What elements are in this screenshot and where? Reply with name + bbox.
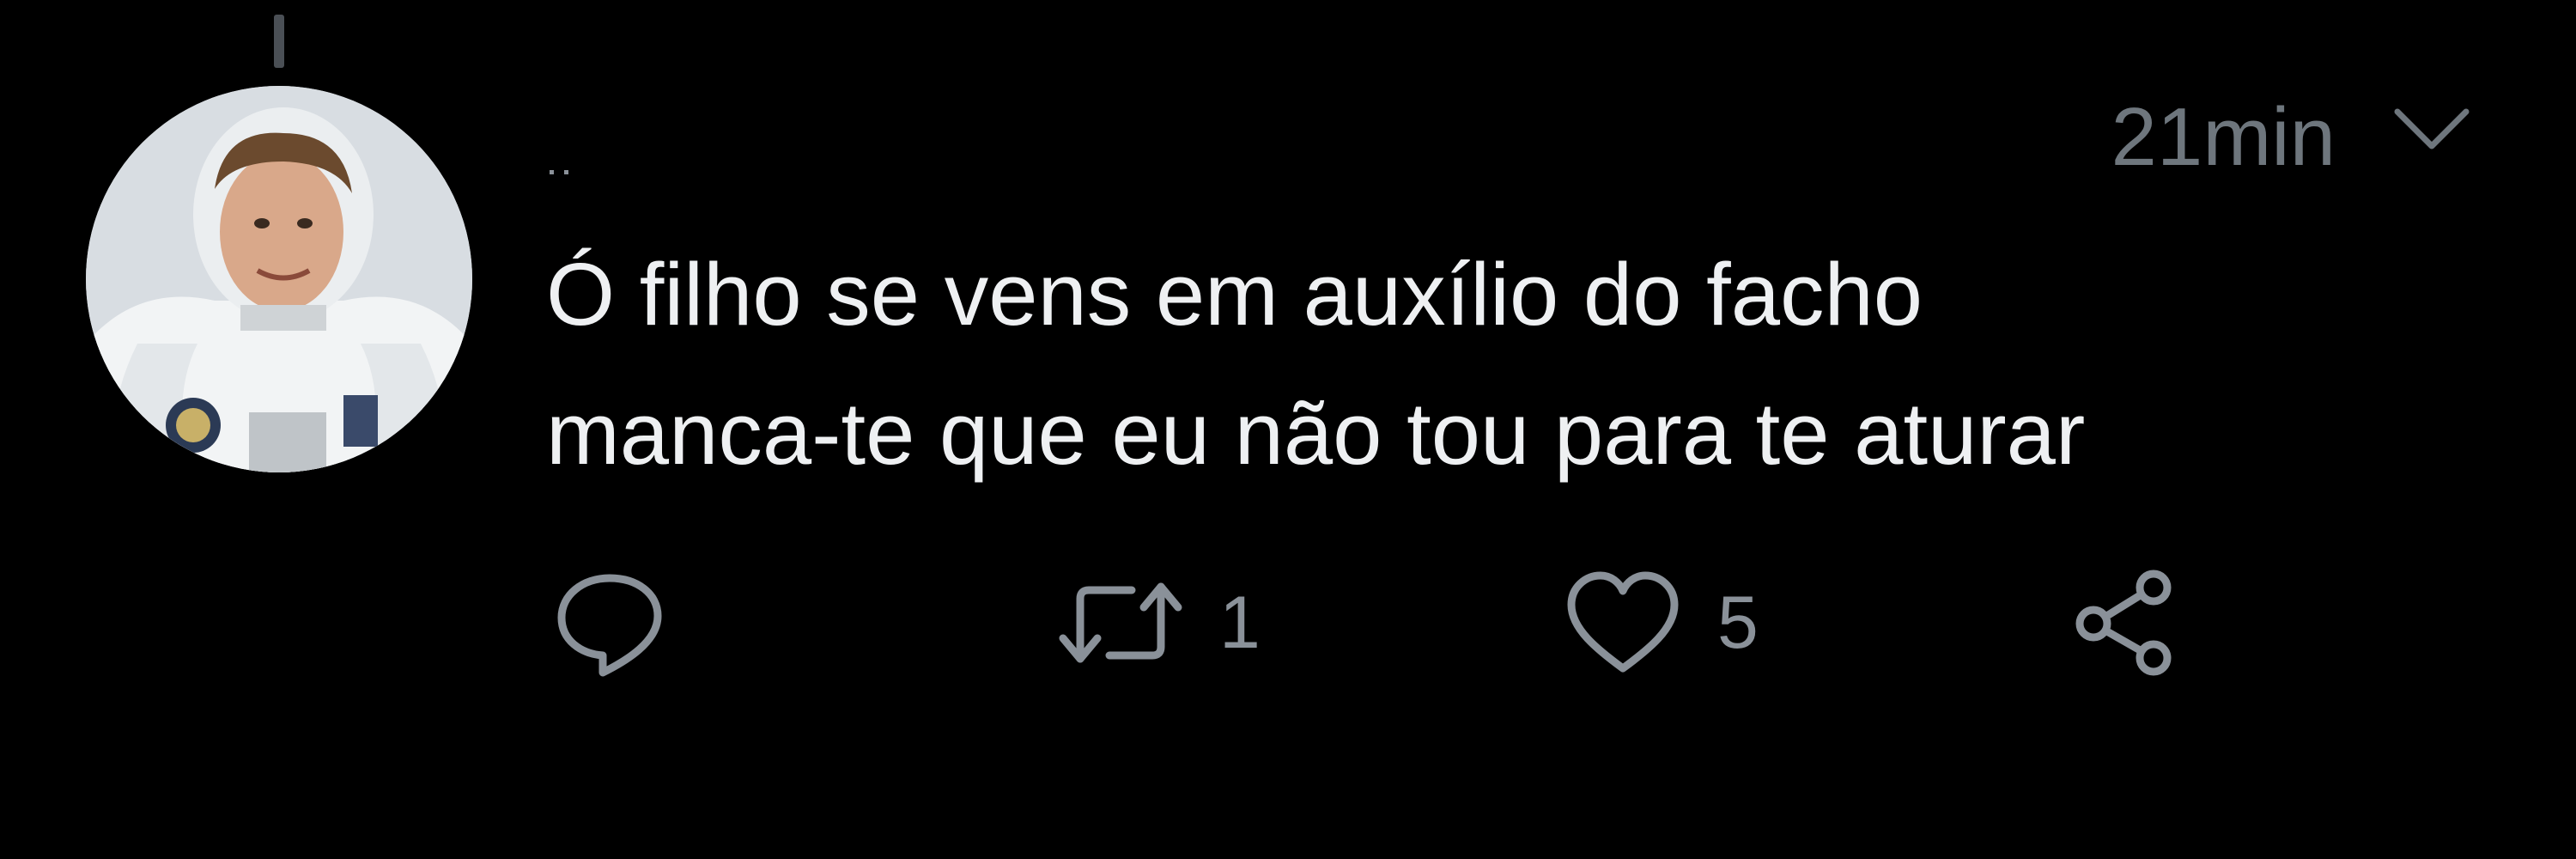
chevron-down-icon (2394, 108, 2470, 149)
reply-button[interactable] (550, 558, 704, 687)
retweet-icon (1059, 582, 1182, 663)
like-count: 5 (1717, 582, 1759, 664)
author-name-remnant (550, 163, 579, 174)
retweet-button[interactable]: 1 (1056, 558, 1261, 687)
tweet-text-line: manca-te que eu não tou para te aturar (546, 384, 2086, 483)
share-icon (2075, 570, 2172, 676)
tweet-text: Ó filho se vens em auxílio do facho manc… (546, 225, 2521, 503)
avatar[interactable] (86, 86, 472, 472)
author-name[interactable] (548, 129, 617, 163)
reply-icon (557, 574, 662, 677)
tweet-text-line: Ó filho se vens em auxílio do facho (546, 245, 1923, 344)
avatar-image (86, 86, 472, 472)
retweet-count: 1 (1219, 582, 1261, 664)
like-button[interactable]: 5 (1563, 558, 1759, 687)
tweet-options-button[interactable] (2389, 101, 2475, 170)
heart-icon (1567, 571, 1679, 673)
tweet-timestamp[interactable]: 21min (2009, 86, 2336, 189)
tweet-actions-bar: 1 5 (550, 558, 2267, 687)
share-button[interactable] (2069, 558, 2215, 687)
thread-connector-line (274, 15, 284, 68)
